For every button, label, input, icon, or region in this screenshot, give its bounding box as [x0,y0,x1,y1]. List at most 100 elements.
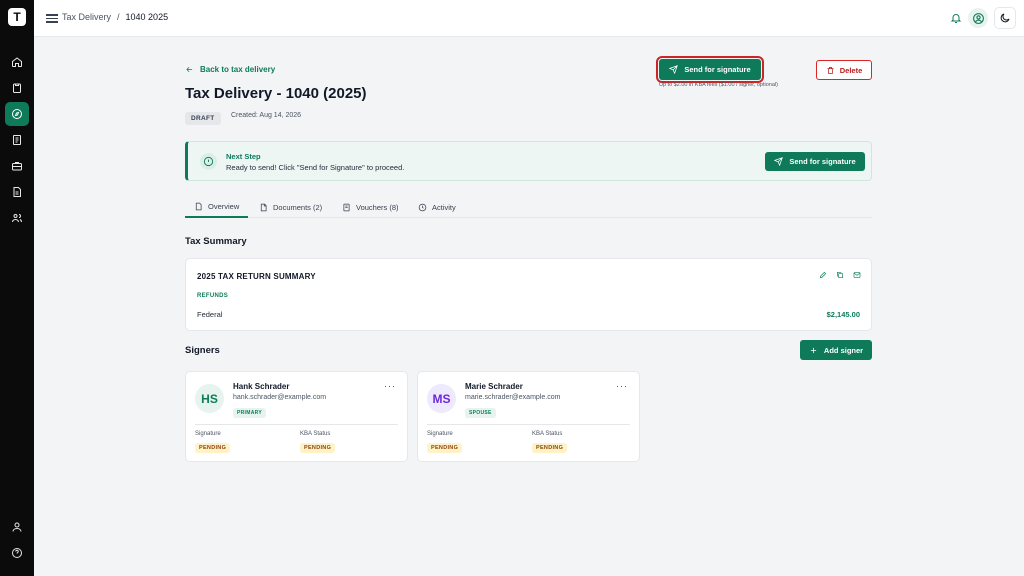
tab-overview[interactable]: Overview [185,197,249,218]
home-icon [12,57,22,67]
federal-amount: $2,145.00 [826,310,860,319]
app-logo[interactable]: T [8,8,26,26]
sidebar-item-help[interactable] [5,541,29,565]
avatar: HS [195,384,224,413]
sidebar-item-clipboard[interactable] [5,76,29,100]
help-icon [12,548,22,558]
bell-icon[interactable] [950,12,962,24]
moon-icon [1000,13,1010,23]
receipt-icon [13,135,21,145]
signer-card: HS Hank Schrader hank.schrader@example.c… [185,371,408,462]
back-link-label: Back to tax delivery [200,65,276,74]
mail-icon[interactable] [853,271,861,279]
signers-heading: Signers [185,345,220,356]
edit-icon[interactable] [819,271,827,279]
top-bar: Tax Delivery / 1040 2025 [34,0,1024,37]
users-icon [12,214,22,223]
back-link[interactable]: Back to tax delivery [185,65,275,74]
document-icon [195,202,202,211]
send-for-signature-label: Send for signature [684,65,751,74]
document-icon [13,187,21,197]
signer-name: Hank Schrader [233,382,290,391]
next-step-banner: Next Step Ready to send! Click "Send for… [185,141,872,181]
briefcase-icon [12,162,22,171]
tab-documents[interactable]: Documents (2) [250,197,331,218]
menu-icon[interactable] [46,12,58,24]
signer-name: Marie Schrader [465,382,523,391]
kba-status-badge: PENDING [300,443,336,453]
next-step-send-button[interactable]: Send for signature [765,152,865,171]
delete-button[interactable]: Delete [816,60,872,80]
file-icon [260,203,267,212]
signer-role-badge: SPOUSE [465,408,496,418]
compass-icon [12,109,22,119]
plus-icon [810,347,817,353]
refunds-label: REFUNDS [197,293,229,299]
summary-actions [819,271,861,279]
receipt-icon [343,203,350,212]
add-signer-button[interactable]: Add signer [800,340,872,360]
signer-role-badge: PRIMARY [233,408,266,418]
delete-label: Delete [839,65,863,75]
divider [427,424,630,425]
next-step-text: Ready to send! Click "Send for Signature… [226,163,405,172]
sidebar-item-tax-delivery[interactable] [5,102,29,126]
info-icon [200,153,217,170]
breadcrumb-current: 1040 2025 [125,12,169,22]
user-circle-icon [972,12,984,24]
signature-label: Signature [427,431,453,437]
send-icon [774,157,784,166]
more-options-icon[interactable]: ··· [616,381,628,391]
sidebar-item-receipts[interactable] [5,128,29,152]
next-step-send-label: Send for signature [789,157,856,166]
avatar: MS [427,384,456,413]
add-signer-label: Add signer [823,345,864,355]
signer-email: marie.schrader@example.com [465,394,561,401]
tab-vouchers-label: Vouchers (8) [356,203,399,212]
tax-summary-card-title: 2025 TAX RETURN SUMMARY [197,272,316,281]
next-step-title: Next Step [226,152,261,161]
tab-bar: Overview Documents (2) Vouchers (8) Acti… [185,197,872,218]
divider [195,424,398,425]
tab-activity-label: Activity [432,203,456,212]
theme-toggle-button[interactable] [994,7,1016,29]
copy-icon[interactable] [836,271,844,279]
tax-summary-card: 2025 TAX RETURN SUMMARY REFUNDS Federal … [185,258,872,331]
sidebar-item-documents[interactable] [5,180,29,204]
send-for-signature-button[interactable]: Send for signature [656,56,764,83]
created-date: Created: Aug 14, 2026 [231,112,302,119]
breadcrumb-tax-delivery[interactable]: Tax Delivery [62,12,111,22]
signature-label: Signature [195,431,221,437]
kba-label: KBA Status [300,431,331,437]
tax-summary-heading: Tax Summary [185,236,247,247]
clipboard-icon [13,83,21,93]
sidebar: T [0,0,34,576]
page-title: Tax Delivery - 1040 (2025) [185,85,367,102]
sidebar-item-briefcase[interactable] [5,154,29,178]
signer-email: hank.schrader@example.com [233,394,327,401]
signer-card: MS Marie Schrader marie.schrader@example… [417,371,640,462]
status-badge: DRAFT [185,112,221,125]
send-icon [669,65,679,74]
kba-label: KBA Status [532,431,563,437]
trash-icon [827,66,834,74]
tab-activity[interactable]: Activity [409,197,465,218]
breadcrumb: Tax Delivery / 1040 2025 [62,12,168,22]
sidebar-item-home[interactable] [5,50,29,74]
tab-documents-label: Documents (2) [273,203,323,212]
breadcrumb-separator: / [117,12,120,22]
more-options-icon[interactable]: ··· [384,381,396,391]
clock-icon [418,203,427,212]
kba-fee-note: Up to $2.00 in KBA fees ($1.00 / signer,… [659,82,778,88]
user-menu-button[interactable] [968,8,988,28]
arrow-left-icon [186,66,193,73]
sidebar-item-profile[interactable] [5,515,29,539]
tab-vouchers[interactable]: Vouchers (8) [333,197,408,218]
signature-status-badge: PENDING [195,443,231,453]
tab-overview-label: Overview [208,202,240,211]
kba-status-badge: PENDING [532,443,568,453]
federal-label: Federal [197,310,223,319]
user-icon [12,522,22,532]
sidebar-item-users[interactable] [5,206,29,230]
signature-status-badge: PENDING [427,443,463,453]
